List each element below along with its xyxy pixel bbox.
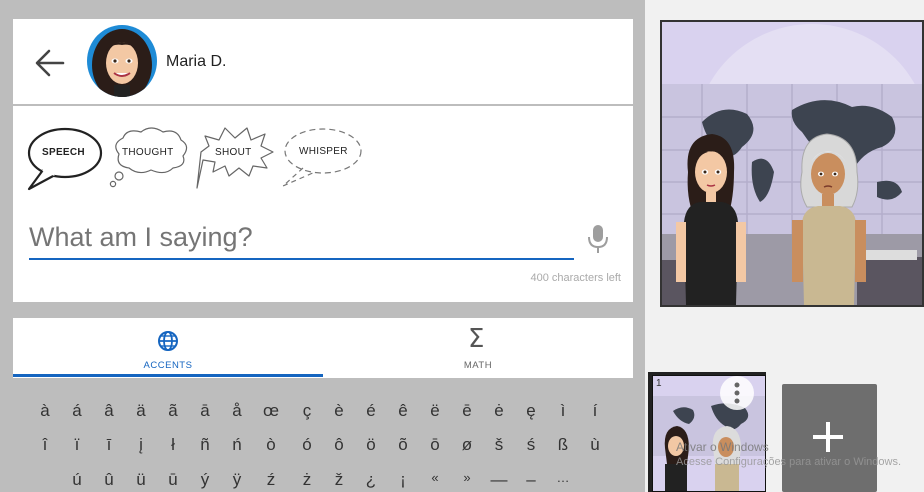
thought-bubble-option[interactable]: THOUGHT [105, 124, 193, 190]
accent-key[interactable]: ż [293, 470, 321, 490]
speech-text-input[interactable] [29, 216, 574, 260]
accent-key[interactable]: õ [389, 435, 417, 455]
speech-bubble-option[interactable]: SPEECH [25, 126, 105, 192]
accent-key[interactable]: ę [517, 401, 545, 421]
accent-key[interactable]: à [31, 401, 59, 421]
accent-key[interactable]: ¿ [357, 470, 385, 490]
accent-key[interactable]: ô [325, 435, 353, 455]
windows-activation-watermark: Ativar o Windows [676, 440, 769, 454]
accent-key[interactable]: ã [159, 401, 187, 421]
accent-key[interactable]: ÿ [223, 470, 251, 490]
accent-key[interactable]: ê [389, 401, 417, 421]
active-tab-indicator [13, 374, 323, 377]
bubble-label: WHISPER [299, 146, 348, 157]
editor-pane: Maria D. SPEECH THOUGHT SHOUT WHISPER Wh… [0, 0, 645, 492]
accent-key[interactable]: ó [293, 435, 321, 455]
globe-icon [158, 331, 178, 351]
accent-key[interactable]: ù [581, 435, 609, 455]
accent-key[interactable]: — [485, 470, 513, 490]
accent-key[interactable]: ä [127, 401, 155, 421]
accent-key[interactable]: ū [159, 470, 187, 490]
accent-key[interactable]: – [517, 470, 545, 490]
characters-left-counter: 400 characters left [530, 272, 622, 284]
accent-key[interactable]: ý [191, 470, 219, 490]
accent-key[interactable]: š [485, 435, 513, 455]
page-number: 1 [656, 378, 662, 389]
dialogue-editor: SPEECH THOUGHT SHOUT WHISPER What am I s… [13, 106, 633, 302]
accent-key[interactable]: ł [159, 435, 187, 455]
back-arrow-icon[interactable] [33, 46, 67, 80]
accent-key[interactable]: ž [325, 470, 353, 490]
accent-key[interactable]: í [581, 401, 609, 421]
accent-key[interactable]: « [421, 470, 449, 485]
accent-key[interactable]: ì [549, 401, 577, 421]
comic-scene-image [662, 22, 922, 305]
sigma-icon: Σ [468, 324, 485, 354]
microphone-icon[interactable] [587, 224, 609, 254]
accent-key[interactable]: ś [517, 435, 545, 455]
add-panel-button[interactable] [782, 384, 877, 492]
accent-key[interactable]: ė [485, 401, 513, 421]
accent-key[interactable]: ō [421, 435, 449, 455]
accent-key[interactable]: ī [95, 435, 123, 455]
bubble-label: THOUGHT [122, 147, 174, 158]
accent-key[interactable]: â [95, 401, 123, 421]
plus-icon [813, 422, 843, 452]
accent-key[interactable]: é [357, 401, 385, 421]
shout-bubble-option[interactable]: SHOUT [193, 122, 279, 192]
accent-key[interactable]: į [127, 435, 155, 455]
windows-activation-hint: Acesse Configurações para ativar o Windo… [676, 456, 901, 468]
accent-key[interactable]: ¡ [389, 470, 417, 490]
accent-key[interactable]: û [95, 470, 123, 490]
accent-key[interactable]: å [223, 401, 251, 421]
accent-key[interactable]: è [325, 401, 353, 421]
tab-math-label: MATH [463, 360, 493, 371]
bubble-label: SHOUT [215, 147, 252, 158]
accent-key[interactable]: ë [421, 401, 449, 421]
tab-accents-label: ACCENTS [143, 360, 193, 371]
more-options-icon[interactable] [720, 376, 754, 410]
accent-key[interactable]: œ [257, 401, 285, 421]
accent-keyboard: à á â ä ã ā å œ ç è é ê ë ē ė ę ì í î ï … [0, 380, 645, 492]
whisper-bubble-option[interactable]: WHISPER [275, 124, 367, 190]
accent-key[interactable]: ï [63, 435, 91, 455]
accent-key[interactable]: á [63, 401, 91, 421]
tab-math[interactable]: Σ MATH [323, 318, 633, 378]
accent-key[interactable]: ú [63, 470, 91, 490]
page-thumbnail[interactable]: 1 [648, 372, 766, 492]
accent-key[interactable]: ü [127, 470, 155, 490]
character-name: Maria D. [166, 53, 227, 70]
accent-key[interactable]: ò [257, 435, 285, 455]
accent-key[interactable]: ź [257, 470, 285, 490]
accent-key[interactable]: ā [191, 401, 219, 421]
accent-key[interactable]: ö [357, 435, 385, 455]
symbol-tabs: ACCENTS Σ MATH [13, 318, 633, 378]
comic-panel-preview[interactable] [660, 20, 924, 307]
accent-key[interactable]: î [31, 435, 59, 455]
accent-key[interactable]: » [453, 470, 481, 485]
accent-key[interactable]: ß [549, 435, 577, 455]
accent-key[interactable]: ñ [191, 435, 219, 455]
bubble-label: SPEECH [42, 147, 85, 158]
accent-key[interactable]: ń [223, 435, 251, 455]
character-header: Maria D. [13, 19, 633, 104]
accent-key[interactable]: ø [453, 435, 481, 455]
tab-accents[interactable]: ACCENTS [13, 318, 323, 378]
accent-key[interactable]: … [549, 470, 577, 485]
accent-key[interactable]: ē [453, 401, 481, 421]
avatar[interactable] [87, 25, 157, 97]
accent-key[interactable]: ç [293, 401, 321, 421]
